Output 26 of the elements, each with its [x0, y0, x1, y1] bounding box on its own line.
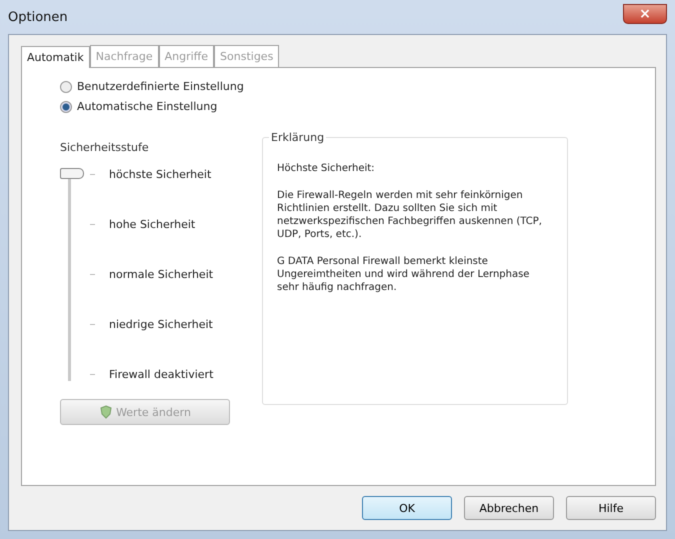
dialog-button[interactable]: Abbrechen — [464, 496, 554, 520]
radio-button[interactable] — [60, 80, 72, 92]
step-label: normale Sicherheit — [109, 268, 214, 281]
shield-icon — [99, 405, 114, 419]
window-title: Optionen — [8, 10, 68, 24]
tick-mark — [90, 224, 95, 225]
tick-mark — [90, 274, 95, 275]
tick-mark — [90, 174, 95, 175]
dialog-button[interactable]: Hilfe — [566, 496, 656, 520]
explanation-text: Höchste Sicherheit: — [277, 162, 376, 175]
step-label: hohe Sicherheit — [109, 218, 196, 231]
slider-thumb[interactable] — [60, 168, 84, 179]
explanation-text: G DATA Personal Firewall bemerkt kleinste Ungereimtheiten und wird während der Lernphase sehr häufig nachfragen. — [277, 255, 530, 294]
step-label: niedrige Sicherheit — [109, 318, 213, 331]
tick-mark — [90, 324, 95, 325]
dialog-button[interactable]: OK — [362, 496, 452, 520]
group-label: Sicherheitsstufe — [60, 141, 150, 154]
step-label: höchste Sicherheit — [109, 168, 212, 181]
tab[interactable]: Automatik — [21, 46, 90, 68]
radio-button[interactable] — [60, 100, 72, 112]
explanation-text: Die Firewall-Regeln werden mit sehr feinkörnigen Richtlinien erstellt. Dazu sollten Sie sich mit netzwerkspezifischen Fachbegriffen auskennen (TCP, UDP, Ports, etc.). — [277, 189, 543, 241]
tick-mark — [90, 374, 95, 375]
radio-label[interactable]: Automatische Einstellung — [77, 100, 218, 113]
step-label: Firewall deaktiviert — [109, 368, 214, 381]
radio-label[interactable]: Benutzerdefinierte Einstellung — [77, 80, 244, 93]
group-label: Erklärung — [269, 131, 326, 144]
